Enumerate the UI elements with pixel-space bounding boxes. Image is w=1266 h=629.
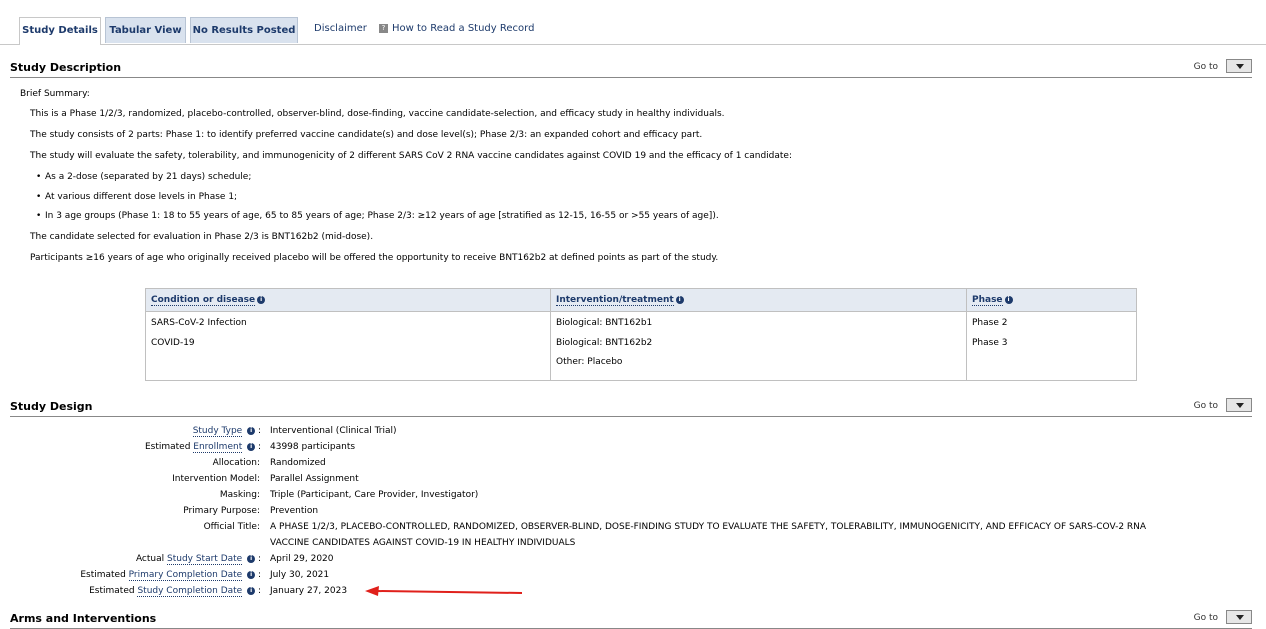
info-icon[interactable]: i (247, 442, 256, 451)
design-value: Prevention (270, 506, 319, 516)
study-completion-date-term[interactable]: Study Completion Date (137, 586, 243, 597)
summary-bullet: In 3 age groups (Phase 1: 18 to 55 years… (36, 211, 719, 221)
list-item: Other: Placebo (556, 357, 623, 367)
info-icon[interactable]: i (247, 554, 256, 563)
design-value: Parallel Assignment (270, 474, 359, 484)
header-label[interactable]: Phase (972, 295, 1003, 306)
list-item: Biological: BNT162b1 (556, 318, 653, 328)
design-value: Triple (Participant, Care Provider, Inve… (270, 490, 479, 500)
how-to-read-label: How to Read a Study Record (392, 23, 535, 34)
section-title: Arms and Interventions (10, 612, 157, 625)
enrollment-term[interactable]: Enrollment (193, 442, 243, 453)
column-header-intervention: Intervention/treatment i (550, 288, 967, 312)
design-value: April 29, 2020 (270, 554, 334, 564)
study-start-date-term[interactable]: Study Start Date (167, 554, 243, 565)
how-to-read-link[interactable]: ? How to Read a Study Record (379, 23, 534, 34)
table-header-row: Condition or disease i Intervention/treat… (145, 288, 1137, 312)
header-label[interactable]: Condition or disease (151, 295, 256, 306)
goto-label: Go to (1193, 62, 1218, 72)
summary-paragraph: Participants ≥16 years of age who origin… (30, 253, 719, 263)
summary-paragraph: The candidate selected for evaluation in… (30, 232, 374, 242)
design-row-intervention-model: Intervention Model: Parallel Assignment (0, 474, 1266, 490)
info-icon[interactable]: i (675, 295, 684, 304)
column-header-phase: Phase i (966, 288, 1137, 312)
design-label: Estimated Primary Completion Date i : (80, 570, 261, 581)
summary-paragraph: The study will evaluate the safety, tole… (30, 151, 793, 161)
summary-bullet: As a 2-dose (separated by 21 days) sched… (36, 172, 251, 182)
arms-interventions-header: Arms and Interventions Go to (10, 610, 1252, 629)
tab-bar: Study Details Tabular View No Results Po… (0, 0, 1266, 45)
interventions-cell: Biological: BNT162b1 Biological: BNT162b… (550, 311, 967, 381)
disclaimer-link[interactable]: Disclaimer (314, 23, 367, 34)
design-label: Masking: (219, 490, 260, 500)
info-icon[interactable]: i (247, 570, 256, 579)
design-value: Randomized (270, 458, 326, 468)
summary-paragraph: This is a Phase 1/2/3, randomized, place… (30, 109, 725, 119)
study-design-header: Study Design Go to (10, 398, 1252, 417)
info-icon[interactable]: i (247, 426, 256, 435)
list-item: SARS-CoV-2 Infection (151, 318, 247, 328)
goto-label: Go to (1193, 613, 1218, 623)
header-label[interactable]: Intervention/treatment (556, 295, 674, 306)
label-prefix: Estimated (89, 586, 138, 596)
design-value: A PHASE 1/2/3, PLACEBO-CONTROLLED, RANDO… (270, 522, 1147, 532)
goto-dropdown-button[interactable] (1226, 398, 1252, 412)
tab-no-results[interactable]: No Results Posted (190, 17, 298, 43)
design-row-study-type: Study Type i : Interventional (Clinical … (0, 426, 1266, 442)
design-label: Study Type i : (192, 426, 261, 437)
info-icon[interactable]: i (257, 295, 266, 304)
design-row-primary-completion: Estimated Primary Completion Date i : Ju… (0, 570, 1266, 586)
design-row-masking: Masking: Triple (Participant, Care Provi… (0, 490, 1266, 506)
list-item: COVID-19 (151, 337, 195, 348)
summary-bullet: At various different dose levels in Phas… (36, 192, 237, 202)
phases-cell: Phase 2 Phase 3 (966, 311, 1137, 381)
conditions-table: Condition or disease i Intervention/treat… (145, 288, 1137, 381)
brief-summary-label: Brief Summary: (20, 89, 90, 99)
design-row-official-title: Official Title: A PHASE 1/2/3, PLACEBO-C… (0, 522, 1266, 538)
conditions-cell: SARS-CoV-2 Infection COVID-19 (145, 311, 551, 381)
table-row: SARS-CoV-2 Infection COVID-19 Biological… (145, 311, 1137, 381)
tab-tabular-view[interactable]: Tabular View (105, 17, 186, 43)
design-row-start-date: Actual Study Start Date i : April 29, 20… (0, 554, 1266, 570)
column-header-condition: Condition or disease i (145, 288, 551, 312)
help-icon: ? (379, 23, 388, 33)
design-row-official-title-cont: VACCINE CANDIDATES AGAINST COVID-19 IN H… (0, 538, 1266, 554)
list-item: Biological: BNT162b2 (556, 337, 653, 348)
design-label: Official Title: (203, 522, 260, 532)
design-row-allocation: Allocation: Randomized (0, 458, 1266, 474)
primary-completion-date-term[interactable]: Primary Completion Date (128, 570, 243, 581)
summary-paragraph: The study consists of 2 parts: Phase 1: … (30, 130, 703, 140)
design-value: VACCINE CANDIDATES AGAINST COVID-19 IN H… (270, 538, 576, 548)
design-value: Interventional (Clinical Trial) (270, 426, 397, 436)
section-title: Study Description (10, 61, 122, 74)
goto-label: Go to (1193, 401, 1218, 411)
section-title: Study Design (10, 400, 93, 413)
annotation-arrow-icon (365, 586, 523, 596)
study-description-header: Study Description Go to (10, 59, 1252, 78)
design-label: Allocation: (212, 458, 260, 468)
design-label: Primary Purpose: (183, 506, 260, 516)
design-value: 43998 participants (270, 442, 356, 452)
design-value: January 27, 2023 (270, 586, 348, 596)
list-item: Phase 2 (972, 318, 1008, 328)
info-icon[interactable]: i (247, 586, 256, 595)
goto-dropdown-button[interactable] (1226, 610, 1252, 624)
design-value: July 30, 2021 (270, 570, 330, 580)
goto-dropdown-button[interactable] (1226, 59, 1252, 73)
design-label: Estimated Study Completion Date i : (89, 586, 261, 597)
study-type-term[interactable]: Study Type (192, 426, 243, 437)
design-row-study-completion: Estimated Study Completion Date i : Janu… (0, 586, 1266, 602)
label-prefix: Actual (135, 554, 167, 564)
list-item: Phase 3 (972, 337, 1008, 348)
design-label: Actual Study Start Date i : (135, 554, 261, 565)
design-row-enrollment: Estimated Enrollment i : 43998 participa… (0, 442, 1266, 458)
design-label: Estimated Enrollment i : (144, 442, 261, 453)
label-prefix: Estimated (80, 570, 129, 580)
design-label: Intervention Model: (172, 474, 260, 484)
design-row-primary-purpose: Primary Purpose: Prevention (0, 506, 1266, 522)
label-prefix: Estimated (144, 442, 194, 452)
tab-study-details[interactable]: Study Details (19, 17, 101, 45)
info-icon[interactable]: i (1004, 295, 1013, 304)
